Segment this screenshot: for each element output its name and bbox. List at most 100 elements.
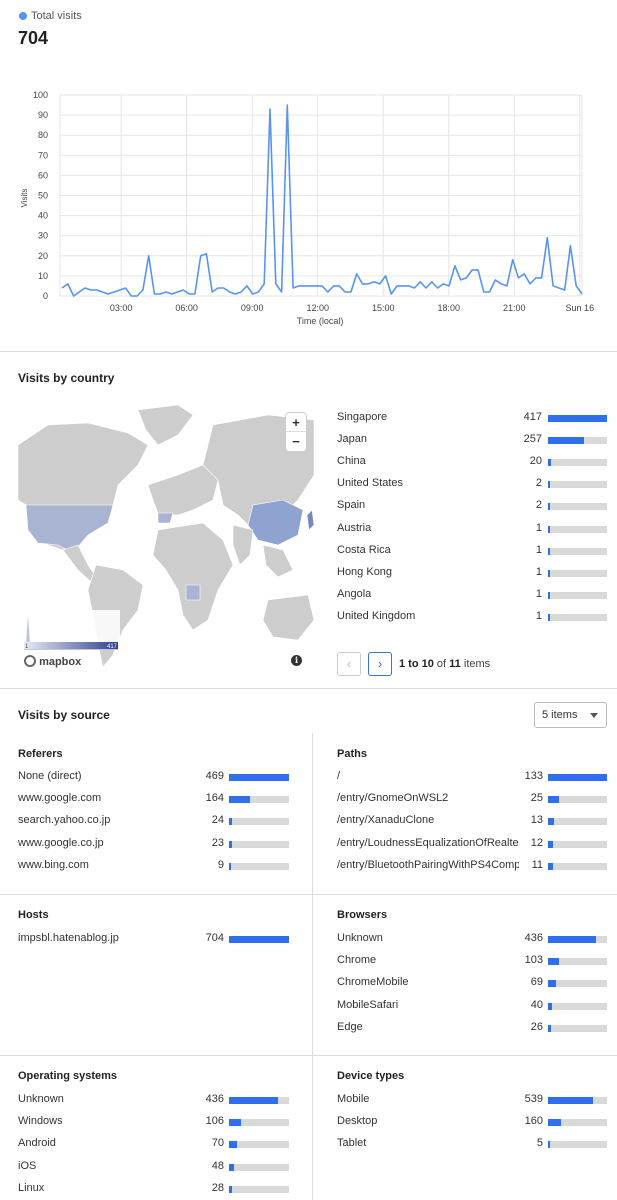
visits-line-chart[interactable]: 0 10 20 30 40 50 60 70 80 90 100 03:00 06:00 09:00 12… xyxy=(0,80,617,340)
devices-row-bar xyxy=(548,1097,594,1104)
country-row-bar-track xyxy=(548,569,607,577)
os-row[interactable]: Windows 106 xyxy=(18,1115,289,1129)
world-map[interactable]: 1 417 xyxy=(18,405,314,675)
devices-row-value: 5 xyxy=(536,1137,543,1150)
x-tick-label: 15:00 xyxy=(372,303,395,313)
browsers-row[interactable]: Unknown 436 xyxy=(337,932,607,946)
devices-row[interactable]: Tablet 5 xyxy=(337,1137,607,1151)
map-japan xyxy=(306,509,314,531)
paths-row[interactable]: /entry/XanaduClone 13 xyxy=(337,814,607,828)
os-row[interactable]: Android 70 xyxy=(18,1137,289,1151)
country-row-value: 417 xyxy=(523,411,542,423)
paths-title: Paths xyxy=(337,748,367,760)
chart-x-ticks: 03:00 06:00 09:00 12:00 15:00 18:00 21:00 Sun 1… xyxy=(110,303,594,313)
series-line-total-visits xyxy=(61,104,583,297)
divider xyxy=(0,894,617,895)
paths-row-bar xyxy=(548,818,554,826)
paths-row-value: 12 xyxy=(530,836,543,849)
country-row-bar-track xyxy=(548,415,607,422)
y-tick-label: 70 xyxy=(38,150,48,160)
country-row[interactable]: United Kingdom 1 xyxy=(337,610,607,624)
devices-row[interactable]: Mobile 539 xyxy=(337,1093,607,1107)
os-row-bar xyxy=(229,1119,241,1127)
os-row-value: 436 xyxy=(205,1093,224,1105)
referers-row-label: www.google.com xyxy=(18,792,102,805)
devices-row[interactable]: Desktop 160 xyxy=(337,1115,607,1129)
referers-row[interactable]: www.google.com 164 xyxy=(18,792,289,806)
paths-row[interactable]: / 133 xyxy=(337,770,607,784)
map-zoom-control[interactable]: + − xyxy=(286,413,306,451)
country-row[interactable]: Costa Rica 1 xyxy=(337,544,607,558)
country-row[interactable]: China 20 xyxy=(337,455,607,469)
next-page-button[interactable]: › xyxy=(368,652,392,676)
country-row-bar-track xyxy=(548,525,607,533)
country-row[interactable]: Austria 1 xyxy=(337,522,607,536)
pagination-of: of xyxy=(436,658,447,670)
browsers-row[interactable]: MobileSafari 40 xyxy=(337,999,607,1013)
y-tick-label: 100 xyxy=(33,90,48,100)
referers-row-bar xyxy=(229,774,289,781)
y-tick-label: 10 xyxy=(38,271,48,281)
country-row-bar xyxy=(548,415,607,422)
referers-row-bar xyxy=(229,796,250,804)
paths-row[interactable]: /entry/LoudnessEqualizationOfRealtek 12 xyxy=(337,837,607,851)
hosts-row[interactable]: impsbl.hatenablog.jp 704 xyxy=(18,932,289,946)
zoom-out-button[interactable]: − xyxy=(286,432,306,451)
browsers-row[interactable]: Edge 26 xyxy=(337,1021,607,1035)
browsers-row-label: Edge xyxy=(337,1020,363,1033)
map-spain xyxy=(157,512,174,524)
paths-row-label: /entry/GnomeOnWSL2 xyxy=(337,792,449,805)
country-row-bar xyxy=(548,547,550,555)
country-row[interactable]: Singapore 417 xyxy=(337,411,607,425)
country-row-bar-track xyxy=(548,459,607,467)
map-legend-max: 417 xyxy=(107,644,118,650)
map-china xyxy=(247,499,304,546)
paths-row-value: 25 xyxy=(530,792,543,805)
paths-row[interactable]: /entry/BluetoothPairingWithPS4Comp… 11 xyxy=(337,859,607,873)
previous-page-button[interactable]: ‹ xyxy=(337,652,361,676)
info-icon[interactable]: i xyxy=(291,655,302,666)
os-row[interactable]: iOS 48 xyxy=(18,1160,289,1174)
x-tick-label: 09:00 xyxy=(241,303,264,313)
mapbox-logo-text: mapbox xyxy=(39,656,82,668)
country-row-value: 2 xyxy=(535,477,542,490)
x-tick-label: 06:00 xyxy=(175,303,198,313)
country-row[interactable]: Spain 2 xyxy=(337,499,607,513)
browsers-row[interactable]: ChromeMobile 69 xyxy=(337,976,607,990)
os-row[interactable]: Linux 28 xyxy=(18,1182,289,1196)
referers-row[interactable]: www.google.co.jp 23 xyxy=(18,837,289,851)
items-count-select[interactable]: 5 items xyxy=(534,702,607,728)
paths-row-value: 13 xyxy=(530,814,543,827)
os-row-label: Windows xyxy=(18,1115,63,1128)
referers-row-bar xyxy=(229,840,232,848)
referers-row[interactable]: None (direct) 469 xyxy=(18,770,289,784)
os-row-bar xyxy=(229,1185,233,1193)
referers-row[interactable]: www.bing.com 9 xyxy=(18,859,289,873)
country-row[interactable]: Hong Kong 1 xyxy=(337,566,607,580)
country-row-bar xyxy=(548,437,585,445)
browsers-row-bar xyxy=(548,1002,553,1010)
country-row-label: United States xyxy=(337,477,404,490)
paths-row-value: 11 xyxy=(531,858,543,871)
country-row-value: 1 xyxy=(535,609,542,622)
paths-row[interactable]: /entry/GnomeOnWSL2 25 xyxy=(337,792,607,806)
paths-row-label: / xyxy=(337,770,341,782)
country-row[interactable]: United States 2 xyxy=(337,477,607,491)
mapbox-logo[interactable]: mapbox xyxy=(24,655,81,668)
browsers-row-bar xyxy=(548,958,560,966)
referers-row[interactable]: search.yahoo.co.jp 24 xyxy=(18,814,289,828)
devices-row-bar-track xyxy=(548,1097,607,1104)
referers-row-bar-track xyxy=(229,862,289,870)
country-row-bar-track xyxy=(548,503,607,511)
y-tick-label: 30 xyxy=(38,231,48,241)
country-row[interactable]: Japan 257 xyxy=(337,433,607,447)
os-row[interactable]: Unknown 436 xyxy=(18,1093,289,1107)
browsers-row[interactable]: Chrome 103 xyxy=(337,954,607,968)
country-row-label: Singapore xyxy=(337,411,388,423)
zoom-in-button[interactable]: + xyxy=(286,413,306,432)
country-row[interactable]: Angola 1 xyxy=(337,588,607,602)
devices-row-label: Mobile xyxy=(337,1093,370,1105)
os-row-value: 106 xyxy=(205,1115,224,1128)
pagination-total: 11 xyxy=(449,658,461,670)
x-axis-label: Time (local) xyxy=(297,316,344,326)
